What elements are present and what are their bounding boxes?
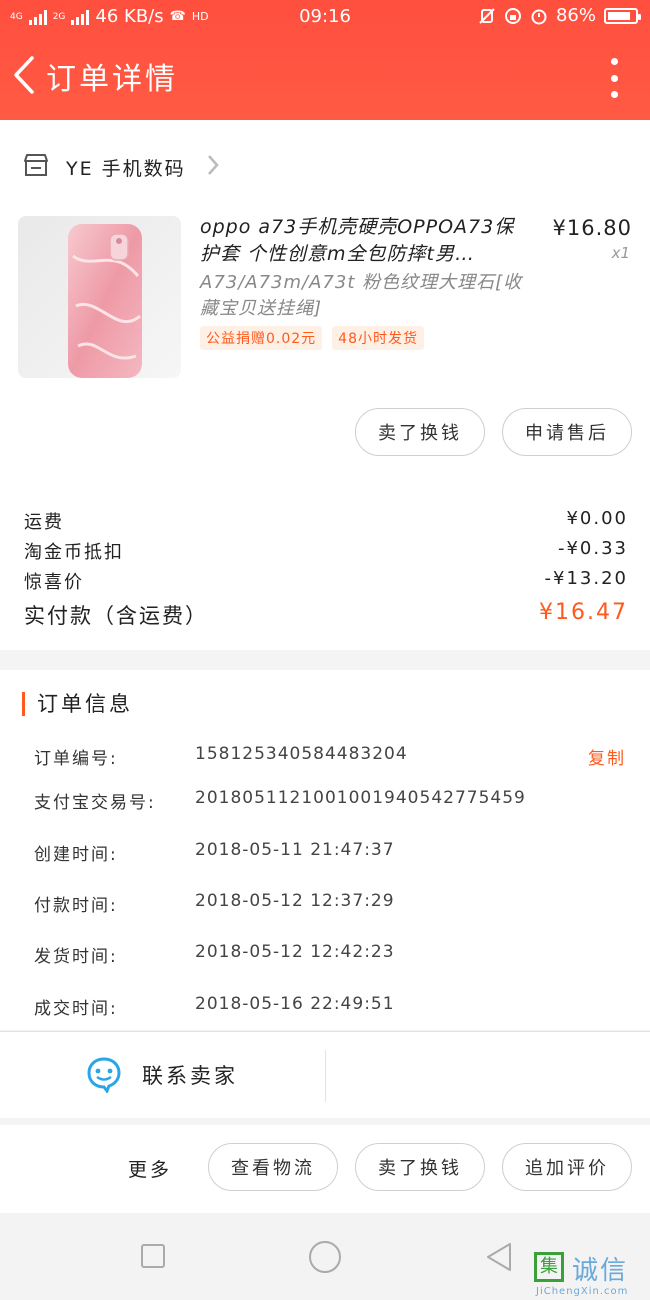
- info-value: 2018-05-12 12:42:23: [195, 942, 395, 962]
- section-title: 订单信息: [22, 692, 133, 716]
- fee-value: ¥0.00: [566, 508, 628, 529]
- info-row-alipay: 支付宝交易号: 2018051121001001940542775459: [34, 788, 626, 818]
- recents-square-icon[interactable]: [140, 1243, 166, 1269]
- fee-label: 运费: [24, 512, 64, 533]
- back-button[interactable]: [6, 52, 46, 98]
- back-chevron-icon: [14, 56, 34, 94]
- watermark-url: JiChengXin.com: [536, 1286, 629, 1297]
- product-sku: A73/A73m/A73t 粉色纹理大理石[收藏宝贝送挂绳]: [200, 272, 523, 319]
- info-value: 2018051121001001940542775459: [195, 788, 526, 808]
- status-bar: 4G 2G 46 KB/s ☎ HD 09:16 86%: [0, 0, 650, 34]
- product-price: ¥16.80: [552, 216, 632, 240]
- add-review-button[interactable]: 追加评价: [502, 1143, 632, 1191]
- lock-rotation-icon: [504, 7, 521, 24]
- watermark: 集 诚信 JiChengXin.com: [532, 1250, 644, 1298]
- battery-level: [608, 11, 631, 20]
- watermark-text: 诚信: [572, 1256, 629, 1286]
- shop-row[interactable]: YE 手机数码: [0, 142, 650, 192]
- order-item-card: YE 手机数码 oppo a73手机壳硬壳OPPOA73保护套 个性创意m全包防…: [0, 120, 650, 650]
- fee-label: 淘金币抵扣: [24, 542, 124, 563]
- product-quantity: x1: [611, 244, 630, 262]
- info-label: 成交时间:: [34, 999, 118, 1019]
- info-label: 订单编号:: [34, 749, 118, 769]
- chevron-right-icon: [208, 155, 219, 175]
- order-info-card: 订单信息 订单编号: 158125340584483204 复制 支付宝交易号:…: [0, 670, 650, 1030]
- info-value: 2018-05-11 21:47:37: [195, 840, 395, 860]
- app-header: 4G 2G 46 KB/s ☎ HD 09:16 86% 订单详情: [0, 0, 650, 120]
- charity-tag: 公益捐赠0.02元: [200, 326, 323, 350]
- shipping-tag: 48小时发货: [332, 326, 424, 350]
- info-row-paid: 付款时间: 2018-05-12 12:37:29: [34, 891, 626, 921]
- total-label: 实付款（含运费）: [24, 604, 208, 628]
- info-label: 付款时间:: [34, 896, 118, 916]
- fee-row-shipping: 运费 ¥0.00: [24, 504, 628, 534]
- contact-seller-button[interactable]: 联系卖家: [142, 1060, 238, 1090]
- info-row-shipped: 发货时间: 2018-05-12 12:42:23: [34, 942, 626, 972]
- fee-row-coin: 淘金币抵扣 -¥0.33: [24, 534, 628, 564]
- navigation-bar: 订单详情: [0, 40, 650, 110]
- info-value: 2018-05-12 12:37:29: [195, 891, 395, 911]
- resell-button[interactable]: 卖了换钱: [355, 1143, 485, 1191]
- resell-item-button[interactable]: 卖了换钱: [355, 408, 485, 456]
- after-sale-button[interactable]: 申请售后: [502, 408, 632, 456]
- info-value: 2018-05-16 22:49:51: [195, 994, 395, 1014]
- info-row-completed: 成交时间: 2018-05-16 22:49:51: [34, 994, 626, 1024]
- product-image[interactable]: [18, 216, 181, 378]
- battery-percent: 86%: [555, 5, 596, 26]
- battery-icon: [604, 7, 641, 24]
- divider: [325, 1050, 326, 1102]
- more-link[interactable]: 更多: [128, 1155, 172, 1182]
- more-options-button[interactable]: [606, 58, 622, 98]
- shop-name[interactable]: YE 手机数码: [66, 154, 186, 181]
- contact-bar: 联系卖家: [0, 1031, 650, 1118]
- home-circle-icon[interactable]: [308, 1240, 342, 1274]
- info-value: 158125340584483204: [195, 744, 408, 764]
- info-row-order-no: 订单编号: 158125340584483204 复制: [34, 744, 626, 774]
- watermark-mark: 集: [534, 1252, 564, 1282]
- view-logistics-button[interactable]: 查看物流: [208, 1143, 338, 1191]
- shop-icon: [24, 154, 48, 176]
- total-value: ¥16.47: [539, 600, 628, 625]
- product-title[interactable]: oppo a73手机壳硬壳OPPOA73保护套 个性创意m全包防摔t男…: [200, 214, 525, 268]
- info-label: 支付宝交易号:: [34, 793, 156, 813]
- info-row-created: 创建时间: 2018-05-11 21:47:37: [34, 840, 626, 870]
- fee-value: -¥13.20: [544, 568, 628, 589]
- fee-row-discount: 惊喜价 -¥13.20: [24, 564, 628, 594]
- fee-value: -¥0.33: [557, 538, 628, 559]
- mute-icon: [479, 7, 495, 24]
- page-title: 订单详情: [46, 62, 178, 97]
- copy-button[interactable]: 复制: [588, 744, 626, 769]
- alarm-icon: [531, 9, 547, 24]
- info-label: 创建时间:: [34, 845, 118, 865]
- fee-row-total: 实付款（含运费） ¥16.47: [24, 596, 628, 628]
- info-label: 发货时间:: [34, 947, 118, 967]
- back-triangle-icon[interactable]: [484, 1241, 514, 1273]
- chat-bubble-icon[interactable]: [85, 1055, 123, 1093]
- bottom-action-bar: 更多 查看物流 卖了换钱 追加评价: [0, 1125, 650, 1213]
- fee-label: 惊喜价: [24, 572, 84, 593]
